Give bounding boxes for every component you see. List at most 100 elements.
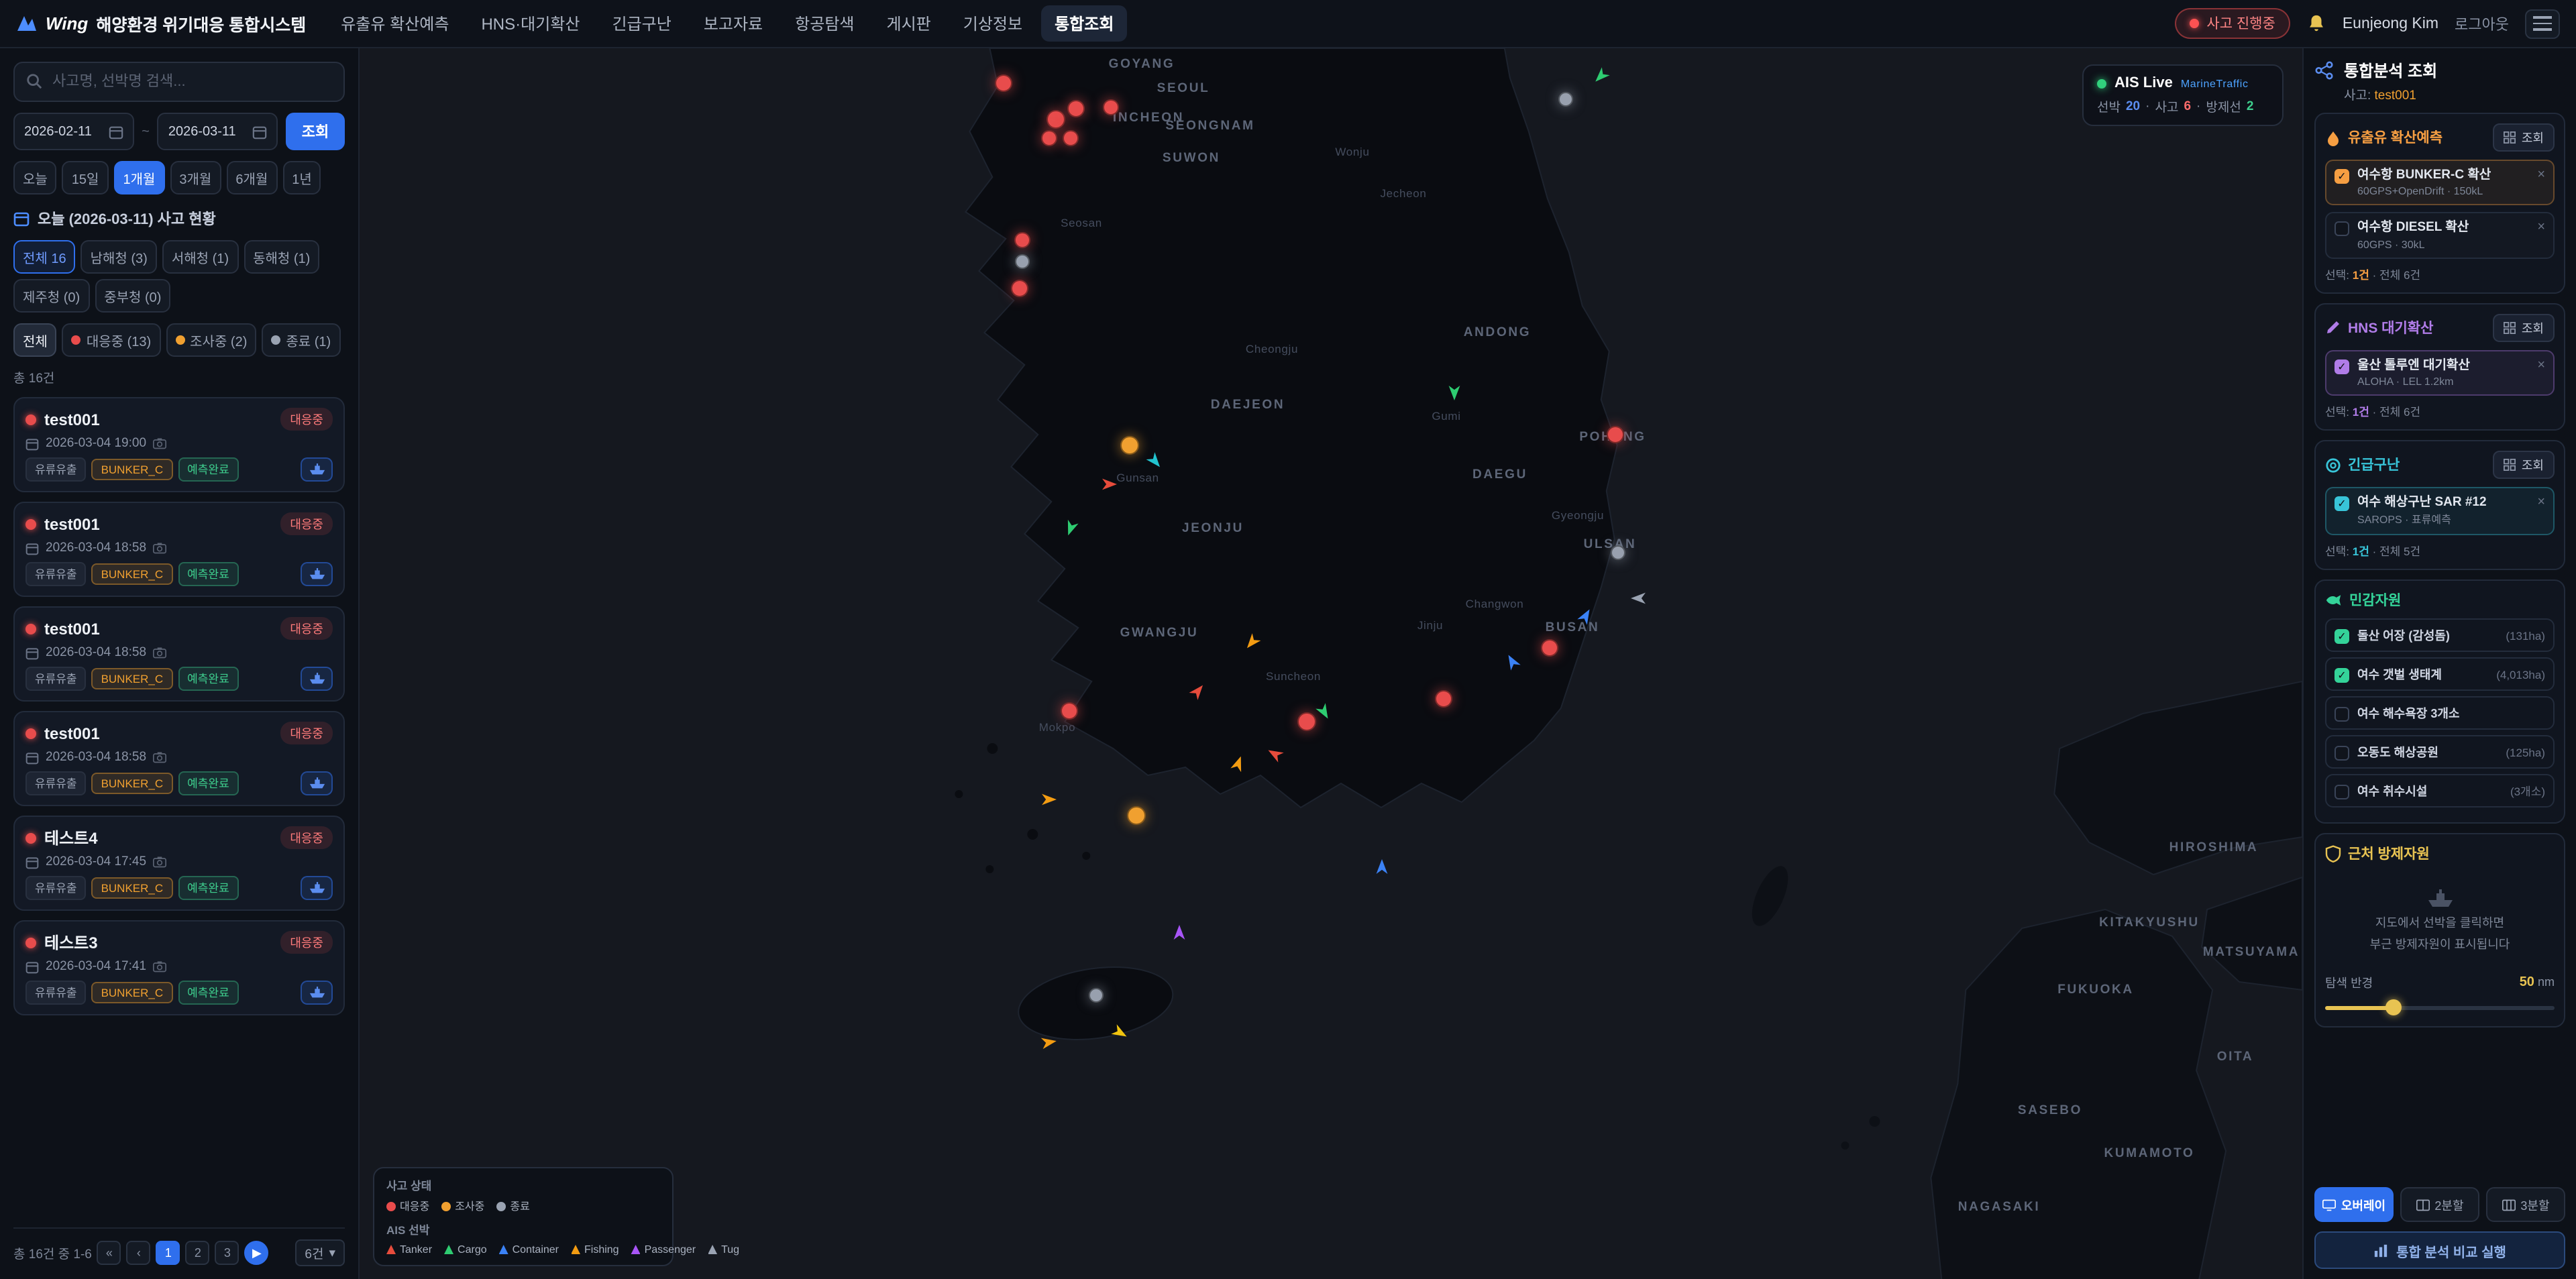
region-chip[interactable]: 동해청 (1) bbox=[244, 240, 319, 274]
next-page-button[interactable]: ▶ bbox=[245, 1241, 269, 1265]
range-chip[interactable]: 1개월 bbox=[113, 161, 164, 194]
incident-detail-button[interactable] bbox=[301, 562, 333, 586]
remove-button[interactable]: × bbox=[2537, 221, 2545, 235]
incident-marker[interactable] bbox=[1046, 110, 1065, 129]
oil-query-button[interactable]: 조회 bbox=[2493, 123, 2555, 152]
checkbox[interactable] bbox=[2334, 169, 2349, 184]
oil-scenario-item[interactable]: 여수항 DIESEL 확산60GPS · 30kL× bbox=[2325, 213, 2555, 259]
checkbox[interactable] bbox=[2334, 746, 2349, 761]
incident-detail-button[interactable] bbox=[301, 771, 333, 795]
date-to-input[interactable]: 2026-03-11 bbox=[158, 113, 278, 150]
incident-marker[interactable] bbox=[1103, 99, 1119, 115]
checkbox[interactable] bbox=[2334, 785, 2349, 799]
incident-card[interactable]: 테스트4대응중2026-03-04 17:45유류유출BUNKER_C예측완료 bbox=[13, 816, 345, 911]
incident-marker[interactable] bbox=[1607, 426, 1624, 443]
rescue-query-button[interactable]: 조회 bbox=[2493, 451, 2555, 479]
checkbox[interactable] bbox=[2334, 668, 2349, 683]
nav-item[interactable]: 보고자료 bbox=[690, 5, 776, 42]
remove-button[interactable]: × bbox=[2537, 357, 2545, 372]
incident-marker[interactable] bbox=[1041, 130, 1057, 146]
status-chip[interactable]: 조사중 (2) bbox=[166, 323, 256, 357]
incident-card[interactable]: test001대응중2026-03-04 18:58유류유출BUNKER_C예측… bbox=[13, 606, 345, 702]
nav-item[interactable]: 기상정보 bbox=[950, 5, 1036, 42]
menu-toggle-button[interactable] bbox=[2525, 9, 2560, 38]
nav-item[interactable]: 게시판 bbox=[873, 5, 945, 42]
checkbox[interactable] bbox=[2334, 496, 2349, 511]
region-chip[interactable]: 중부청 (0) bbox=[95, 279, 170, 313]
sensitive-resource-item[interactable]: 여수 갯벌 생태계(4,013ha) bbox=[2325, 658, 2555, 691]
run-analysis-button[interactable]: 통합 분석 비교 실행 bbox=[2314, 1231, 2565, 1269]
sensitive-resource-item[interactable]: 여수 취수시설(3개소) bbox=[2325, 775, 2555, 808]
incident-marker[interactable] bbox=[1063, 130, 1079, 146]
page-button[interactable]: 2 bbox=[186, 1241, 210, 1265]
sensitive-resource-item[interactable]: 여수 해수욕장 3개소 bbox=[2325, 697, 2555, 730]
remove-button[interactable]: × bbox=[2537, 495, 2545, 510]
incident-detail-button[interactable] bbox=[301, 876, 333, 900]
nav-item[interactable]: HNS·대기확산 bbox=[468, 5, 593, 42]
map-area[interactable]: GOYANGSEOULINCHEONSEONGNAMSUWONWonjuJech… bbox=[360, 48, 2302, 1279]
incident-marker[interactable] bbox=[1089, 988, 1104, 1003]
incident-marker[interactable] bbox=[1297, 712, 1316, 731]
incident-alert-badge[interactable]: 사고 진행중 bbox=[2174, 8, 2290, 39]
range-chip[interactable]: 3개월 bbox=[170, 161, 221, 194]
nav-item[interactable]: 통합조회 bbox=[1041, 5, 1127, 42]
hns-scenario-item[interactable]: 울산 톨루엔 대기확산ALOHA · LEL 1.2km× bbox=[2325, 349, 2555, 396]
region-chip[interactable]: 전체 16 bbox=[13, 240, 76, 274]
range-chip[interactable]: 6개월 bbox=[226, 161, 277, 194]
incident-marker[interactable] bbox=[1015, 254, 1030, 269]
first-page-button[interactable]: « bbox=[97, 1241, 121, 1265]
incident-card[interactable]: 테스트3대응중2026-03-04 17:41유류유출BUNKER_C예측완료 bbox=[13, 920, 345, 1015]
nav-item[interactable]: 긴급구난 bbox=[598, 5, 684, 42]
range-chip[interactable]: 오늘 bbox=[13, 161, 57, 194]
nav-item[interactable]: 유출유 확산예측 bbox=[327, 5, 462, 42]
incident-card[interactable]: test001대응중2026-03-04 19:00유류유출BUNKER_C예측… bbox=[13, 397, 345, 492]
incident-detail-button[interactable] bbox=[301, 667, 333, 691]
hns-query-button[interactable]: 조회 bbox=[2493, 313, 2555, 341]
range-chip[interactable]: 15일 bbox=[62, 161, 109, 194]
incident-marker[interactable] bbox=[995, 74, 1012, 92]
range-chip[interactable]: 1년 bbox=[282, 161, 321, 194]
status-chip[interactable]: 종료 (1) bbox=[262, 323, 340, 357]
incident-detail-button[interactable] bbox=[301, 981, 333, 1005]
slider-knob[interactable] bbox=[2386, 1000, 2402, 1016]
incident-marker[interactable] bbox=[1120, 436, 1139, 455]
page-size-select[interactable]: 6건 ▾ bbox=[295, 1239, 345, 1266]
oil-scenario-item[interactable]: 여수항 BUNKER-C 확산60GPS+OpenDrift · 150kL× bbox=[2325, 160, 2555, 206]
checkbox[interactable] bbox=[2334, 629, 2349, 644]
rescue-scenario-item[interactable]: 여수 해상구난 SAR #12SAROPS · 표류예측× bbox=[2325, 487, 2555, 536]
checkbox[interactable] bbox=[2334, 359, 2349, 374]
sensitive-resource-item[interactable]: 오동도 해상공원(125ha) bbox=[2325, 736, 2555, 769]
status-chip[interactable]: 대응중 (13) bbox=[62, 323, 160, 357]
checkbox[interactable] bbox=[2334, 222, 2349, 237]
region-chip[interactable]: 남해청 (3) bbox=[81, 240, 157, 274]
date-from-input[interactable]: 2026-02-11 bbox=[13, 113, 133, 150]
incident-marker[interactable] bbox=[1014, 232, 1030, 248]
page-button[interactable]: 3 bbox=[215, 1241, 239, 1265]
logout-button[interactable]: 로그아웃 bbox=[2455, 13, 2509, 34]
incident-marker[interactable] bbox=[1127, 806, 1146, 825]
sensitive-resource-item[interactable]: 돌산 어장 (감성돔)(131ha) bbox=[2325, 619, 2555, 653]
incident-marker[interactable] bbox=[1011, 280, 1028, 297]
incident-marker[interactable] bbox=[1541, 639, 1558, 657]
prev-page-button[interactable]: ‹ bbox=[127, 1241, 151, 1265]
incident-marker[interactable] bbox=[1558, 92, 1573, 107]
date-query-button[interactable]: 조회 bbox=[286, 113, 345, 150]
incident-marker[interactable] bbox=[1611, 545, 1625, 560]
nav-item[interactable]: 항공탐색 bbox=[782, 5, 867, 42]
view-mode-button[interactable]: 오버레이 bbox=[2314, 1187, 2394, 1222]
remove-button[interactable]: × bbox=[2537, 168, 2545, 182]
incident-marker[interactable] bbox=[1067, 100, 1085, 117]
view-mode-button[interactable]: 3분할 bbox=[2486, 1187, 2565, 1222]
radius-slider[interactable] bbox=[2325, 999, 2555, 1017]
view-mode-button[interactable]: 2분할 bbox=[2400, 1187, 2479, 1222]
incident-detail-button[interactable] bbox=[301, 457, 333, 482]
incident-marker[interactable] bbox=[1435, 690, 1452, 708]
incident-card[interactable]: test001대응중2026-03-04 18:58유류유출BUNKER_C예측… bbox=[13, 711, 345, 806]
search-input[interactable] bbox=[13, 62, 345, 102]
page-button[interactable]: 1 bbox=[156, 1241, 180, 1265]
region-chip[interactable]: 제주청 (0) bbox=[13, 279, 89, 313]
incident-card[interactable]: test001대응중2026-03-04 18:58유류유출BUNKER_C예측… bbox=[13, 502, 345, 597]
region-chip[interactable]: 서해청 (1) bbox=[162, 240, 238, 274]
incident-marker[interactable] bbox=[1061, 702, 1078, 720]
notifications-bell-icon[interactable] bbox=[2306, 13, 2326, 34]
